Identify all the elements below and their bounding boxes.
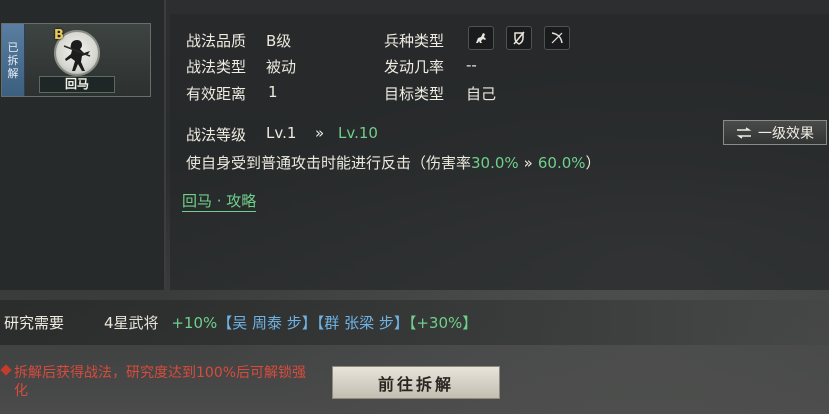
range-label: 有效距离 [186, 85, 247, 103]
level-arrow: » [315, 124, 325, 142]
type-label: 战法类型 [186, 58, 247, 76]
research-hero-1: 【吴 周泰 步】 [217, 314, 317, 332]
type-value: 被动 [266, 58, 297, 76]
research-detail: 4星武将 +10%【吴 周泰 步】【群 张梁 步】【+30%】 [104, 312, 477, 333]
dismantle-note-text: 拆解后获得战法，研究度达到100%后可解锁强化 [14, 365, 307, 399]
research-bonus-2: 【+30%】 [408, 314, 478, 332]
level-current: Lv.1 [266, 124, 297, 142]
description-text: 使自身受到普通攻击时能进行反击（伤害率 [186, 154, 472, 172]
description-arrow: » [523, 154, 533, 172]
target-label: 目标类型 [384, 85, 445, 103]
tag-char: 解 [7, 66, 19, 80]
level-effect-button[interactable]: 一级效果 [723, 120, 827, 145]
rate-label: 发动几率 [384, 58, 445, 76]
research-requirement-bar: 研究需要 4星武将 +10%【吴 周泰 步】【群 张梁 步】【+30%】 [0, 300, 829, 345]
quality-label: 战法品质 [186, 32, 247, 50]
damage-high: 60.0% [537, 154, 586, 172]
left-column: 已 拆 解 B 回马 [0, 0, 166, 290]
research-hero-2: 【群 张梁 步】 [316, 314, 409, 332]
skill-description: 使自身受到普通攻击时能进行反击（伤害率30.0%» 60.0%） [186, 152, 601, 173]
skill-card[interactable]: 已 拆 解 B 回马 [1, 23, 151, 97]
skill-info-panel: 战法品质 B级 战法类型 被动 有效距离 1 兵种类型 发动几率 -- 目标类型… [170, 14, 829, 290]
research-bonus: +10% [171, 314, 218, 332]
troop-label: 兵种类型 [384, 32, 445, 50]
level-max: Lv.10 [338, 124, 378, 142]
range-value: 1 [268, 83, 278, 101]
quality-value: B级 [266, 32, 292, 50]
tag-char: 拆 [7, 53, 19, 67]
level-label: 战法等级 [186, 126, 247, 144]
research-label: 研究需要 [4, 314, 65, 332]
strategy-guide-link[interactable]: 回马 · 攻略 [182, 192, 257, 212]
description-suffix: ） [585, 154, 601, 172]
swap-icon [736, 126, 752, 139]
rate-value: -- [466, 56, 477, 74]
cavalry-icon [468, 26, 494, 50]
archer-icon [544, 26, 570, 50]
shield-icon [506, 26, 532, 50]
research-requirement: 4星武将 [104, 314, 159, 332]
level-effect-label: 一级效果 [758, 125, 814, 142]
dismantled-tag: 已 拆 解 [2, 24, 25, 96]
target-value: 自己 [466, 85, 497, 103]
warning-diamond-icon [0, 364, 12, 376]
go-dismantle-button[interactable]: 前往拆解 [332, 366, 500, 399]
grade-badge: B [54, 28, 64, 43]
dismantle-note: 拆解后获得战法，研究度达到100%后可解锁强化 [0, 362, 320, 412]
damage-low: 30.0% [471, 154, 519, 172]
tag-char: 已 [7, 40, 19, 54]
skill-name: 回马 [39, 76, 115, 93]
